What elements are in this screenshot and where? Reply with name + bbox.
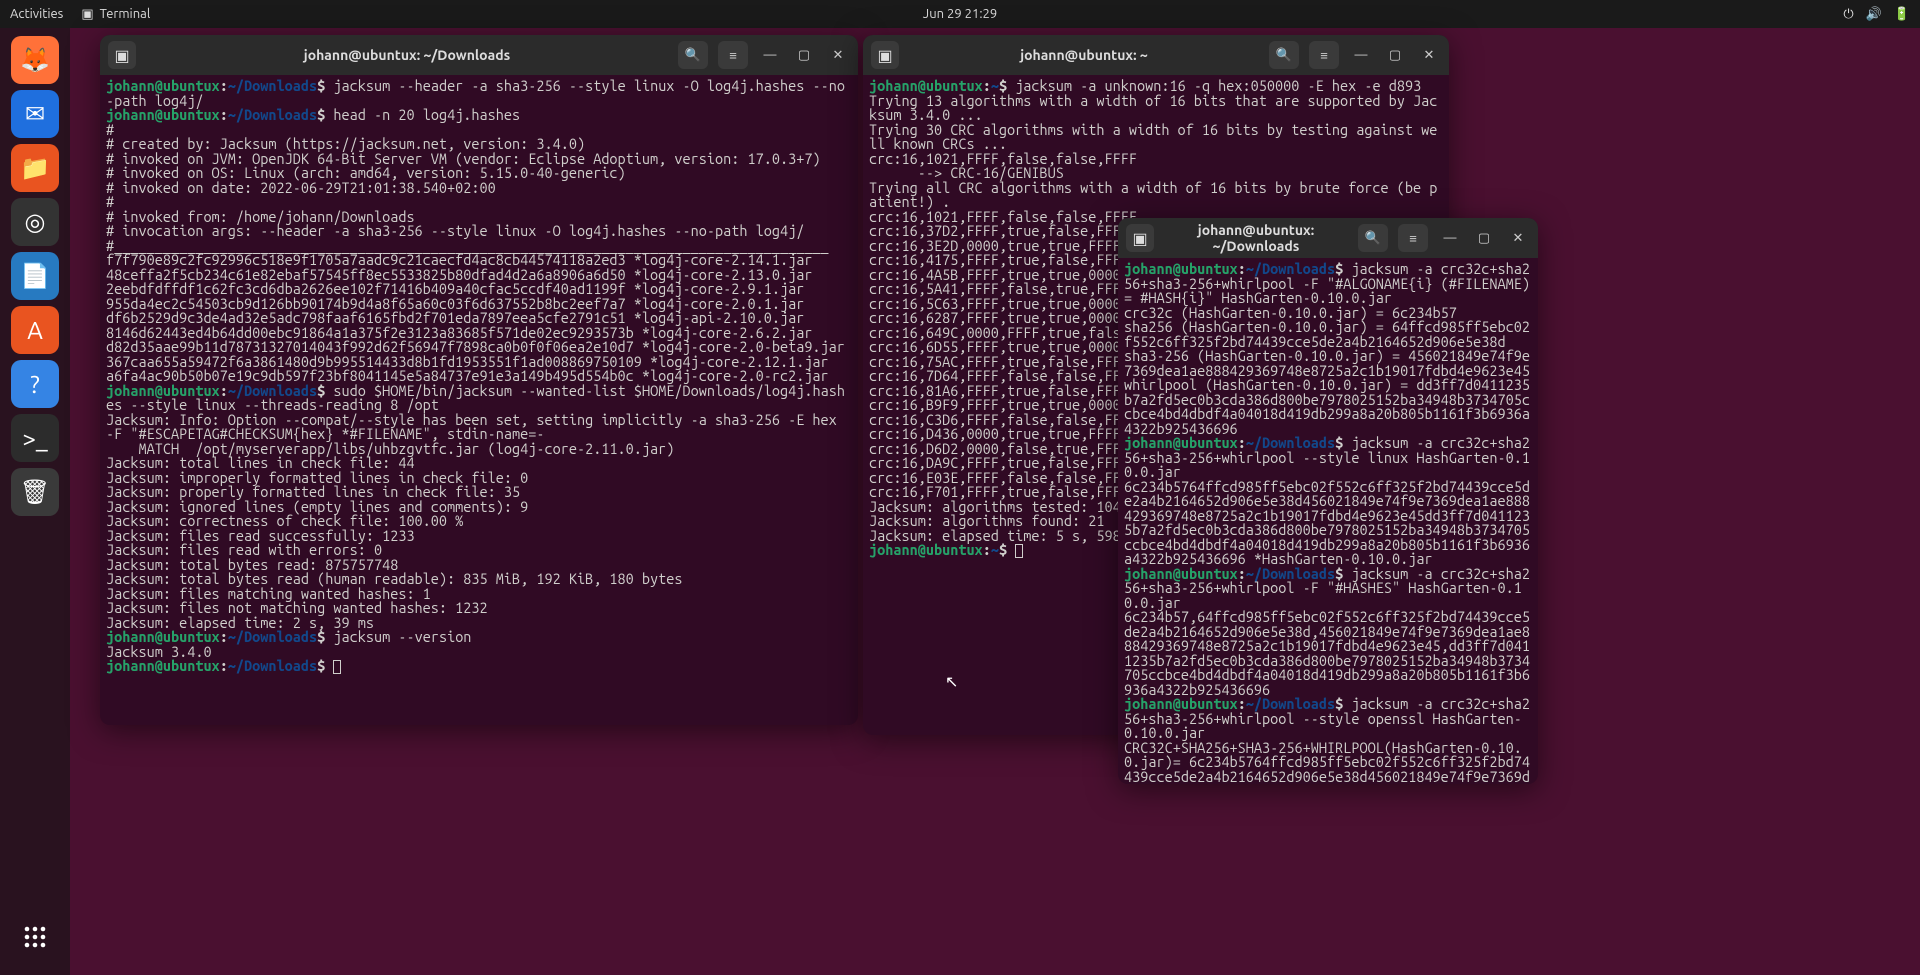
search-button[interactable]: 🔍 — [1269, 41, 1299, 69]
terminal-line: sha3-256 (HashGarten-0.10.0.jar) = 45602… — [1124, 349, 1532, 378]
search-button[interactable]: 🔍 — [1358, 224, 1388, 252]
terminal-icon: ▣ — [81, 7, 93, 22]
titlebar[interactable]: ▣ johann@ubuntux: ~/Downloads 🔍 ≡ — ▢ ✕ — [1118, 218, 1538, 258]
terminal-line: johann@ubuntux:~/Downloads$ head -n 20 l… — [106, 108, 852, 123]
dock-software-icon[interactable]: A — [11, 306, 59, 354]
battery-icon[interactable]: 🔋 — [1894, 7, 1910, 22]
current-app[interactable]: ▣ Terminal — [81, 7, 150, 22]
window-title: johann@ubuntux: ~/Downloads — [136, 47, 678, 63]
dock-writer-icon[interactable]: 📄 — [11, 252, 59, 300]
terminal-line: johann@ubuntux:~/Downloads$ jacksum -a c… — [1124, 262, 1532, 306]
maximize-button[interactable]: ▢ — [792, 43, 816, 67]
top-bar: Activities ▣ Terminal Jun 29 21:29 ⏻ 🔊 🔋 — [0, 0, 1920, 28]
terminal-window-1[interactable]: ▣ johann@ubuntux: ~/Downloads 🔍 ≡ — ▢ ✕ … — [100, 35, 858, 725]
terminal-line: johann@ubuntux:~/Downloads$ jacksum --he… — [106, 79, 852, 108]
apps-grid-icon[interactable] — [11, 913, 59, 961]
terminal-line: Jacksum: Info: Option --compat/--style h… — [106, 413, 852, 442]
minimize-button[interactable]: — — [1438, 226, 1462, 250]
terminal-line: sha256 (HashGarten-0.10.0.jar) = 64ffcd9… — [1124, 320, 1532, 349]
activities-button[interactable]: Activities — [10, 7, 63, 21]
menu-button[interactable]: ≡ — [1398, 224, 1428, 252]
cursor — [333, 660, 341, 674]
terminal-line: Trying all CRC algorithms with a width o… — [869, 181, 1443, 210]
cursor — [1015, 544, 1023, 558]
minimize-button[interactable]: — — [758, 43, 782, 67]
dock-files-icon[interactable]: 📁 — [11, 144, 59, 192]
dock-rhythmbox-icon[interactable]: ◎ — [11, 198, 59, 246]
menu-button[interactable]: ≡ — [718, 41, 748, 69]
terminal-line: 6c234b5764ffcd985ff5ebc02f552c6ff325f2bd… — [1124, 480, 1532, 567]
terminal-line: johann@ubuntux:~/Downloads$ jacksum -a c… — [1124, 436, 1532, 480]
terminal-line: johann@ubuntux:~/Downloads$ jacksum -a c… — [1124, 567, 1532, 611]
terminal-line: # invoked on date: 2022-06-29T21:01:38.5… — [106, 181, 852, 196]
dock-terminal-icon[interactable]: >_ — [11, 414, 59, 462]
current-app-label: Terminal — [100, 7, 151, 21]
clock[interactable]: Jun 29 21:29 — [923, 7, 997, 21]
terminal-line: johann@ubuntux:~/Downloads$ — [106, 659, 852, 674]
terminal-window-3[interactable]: ▣ johann@ubuntux: ~/Downloads 🔍 ≡ — ▢ ✕ … — [1118, 218, 1538, 784]
close-button[interactable]: ✕ — [1506, 226, 1530, 250]
maximize-button[interactable]: ▢ — [1472, 226, 1496, 250]
terminal-line: whirlpool (HashGarten-0.10.0.jar) = dd3f… — [1124, 378, 1532, 436]
new-tab-button[interactable]: ▣ — [1126, 224, 1154, 252]
window-title: johann@ubuntux: ~ — [899, 47, 1269, 63]
terminal-line: johann@ubuntux:~/Downloads$ sudo $HOME/b… — [106, 384, 852, 413]
close-button[interactable]: ✕ — [1417, 43, 1441, 67]
terminal-line: johann@ubuntux:~/Downloads$ jacksum --ve… — [106, 630, 852, 645]
titlebar[interactable]: ▣ johann@ubuntux: ~/Downloads 🔍 ≡ — ▢ ✕ — [100, 35, 858, 75]
terminal-line: 6c234b57,64ffcd985ff5ebc02f552c6ff325f2b… — [1124, 610, 1532, 697]
terminal-line: Trying 13 algorithms with a width of 16 … — [869, 94, 1443, 123]
dock-firefox-icon[interactable]: 🦊 — [11, 36, 59, 84]
menu-button[interactable]: ≡ — [1309, 41, 1339, 69]
new-tab-button[interactable]: ▣ — [108, 41, 136, 69]
terminal-output[interactable]: johann@ubuntux:~/Downloads$ jacksum --he… — [100, 75, 858, 725]
minimize-button[interactable]: — — [1349, 43, 1373, 67]
window-title: johann@ubuntux: ~/Downloads — [1154, 222, 1358, 254]
close-button[interactable]: ✕ — [826, 43, 850, 67]
new-tab-button[interactable]: ▣ — [871, 41, 899, 69]
volume-icon[interactable]: 🔊 — [1866, 7, 1882, 22]
maximize-button[interactable]: ▢ — [1383, 43, 1407, 67]
terminal-line: johann@ubuntux:~/Downloads$ jacksum -a c… — [1124, 697, 1532, 741]
search-button[interactable]: 🔍 — [678, 41, 708, 69]
dock-thunderbird-icon[interactable]: ✉ — [11, 90, 59, 138]
terminal-line: CRC32C+SHA256+SHA3-256+WHIRLPOOL(HashGar… — [1124, 741, 1532, 785]
terminal-line: Trying 30 CRC algorithms with a width of… — [869, 123, 1443, 152]
titlebar[interactable]: ▣ johann@ubuntux: ~ 🔍 ≡ — ▢ ✕ — [863, 35, 1449, 75]
dock: 🦊 ✉ 📁 ◎ 📄 A? >_ 🗑 — [0, 28, 70, 975]
network-icon[interactable]: ⏻ — [1843, 7, 1853, 22]
dock-trash-icon[interactable]: 🗑 — [11, 468, 59, 516]
dock-help-icon[interactable]: ? — [11, 360, 59, 408]
terminal-output[interactable]: johann@ubuntux:~/Downloads$ jacksum -a c… — [1118, 258, 1538, 784]
